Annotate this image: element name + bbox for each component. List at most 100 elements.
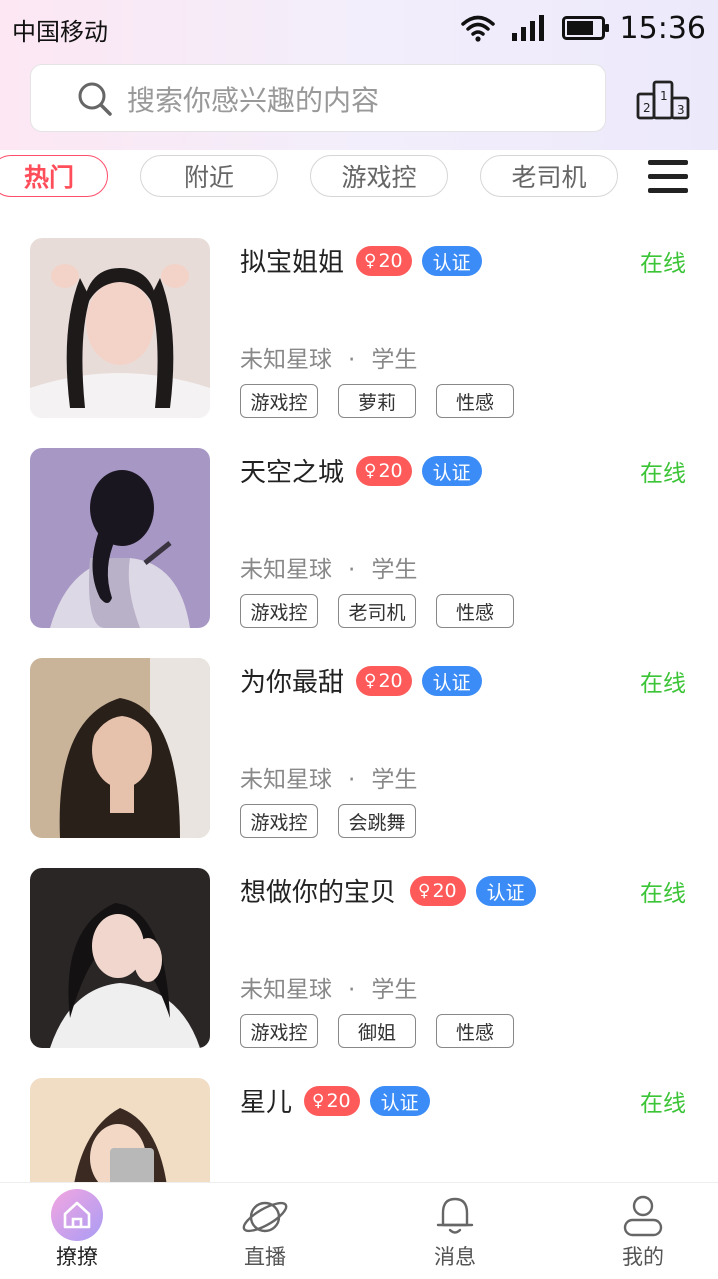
- carrier-label: 中国移动: [12, 18, 108, 46]
- list-item[interactable]: 为你最甜 ♀ 20 认证 在线 未知星球 · 学生 游戏控 会跳舞: [0, 642, 718, 852]
- tag-list: 游戏控 老司机 性感: [240, 594, 534, 628]
- interest-tag: 性感: [436, 594, 514, 628]
- user-icon: [623, 1195, 663, 1237]
- female-icon: ♀: [418, 881, 431, 901]
- tab-hot[interactable]: 热门: [0, 155, 108, 197]
- location-text: 未知星球: [240, 977, 332, 1003]
- list-item[interactable]: 拟宝姐姐 ♀ 20 认证 在线 未知星球 · 学生 游戏控 萝莉 性感: [0, 222, 718, 432]
- verified-badge: 认证: [475, 876, 536, 906]
- profile-meta: 未知星球 · 学生: [240, 970, 417, 1004]
- location-text: 未知星球: [240, 557, 332, 583]
- avatar: [30, 658, 210, 838]
- interest-tag: 萝莉: [338, 384, 416, 418]
- tag-list: 游戏控 萝莉 性感: [240, 384, 534, 418]
- profile-meta: 未知星球 · 学生: [240, 550, 417, 584]
- search-bar[interactable]: [30, 64, 606, 132]
- nav-label: 直播: [244, 1245, 286, 1269]
- interest-tag: 性感: [436, 384, 514, 418]
- female-icon: ♀: [364, 671, 377, 691]
- home-icon: [51, 1189, 103, 1241]
- verified-badge: 认证: [369, 1086, 430, 1116]
- avatar: [30, 1078, 210, 1182]
- gender-age-badge: ♀ 20: [356, 666, 412, 696]
- separator: ·: [348, 977, 356, 1003]
- interest-tag: 游戏控: [240, 384, 318, 418]
- nav-item-home[interactable]: 撩撩: [17, 1183, 137, 1279]
- profile-meta: 未知星球 · 学生: [240, 340, 417, 374]
- online-status: 在线: [640, 881, 686, 907]
- occupation-text: 学生: [371, 977, 418, 1003]
- interest-tag: 游戏控: [240, 804, 318, 838]
- interest-tag: 游戏控: [240, 1014, 318, 1048]
- svg-text:3: 3: [677, 103, 685, 117]
- profile-name: 拟宝姐姐: [240, 248, 345, 278]
- location-text: 未知星球: [240, 347, 332, 373]
- clock: 15:36: [619, 10, 706, 46]
- menu-icon[interactable]: [646, 158, 690, 196]
- tag-list: 游戏控 会跳舞: [240, 804, 436, 838]
- profile-name: 想做你的宝贝: [240, 878, 397, 908]
- nav-label: 我的: [622, 1245, 664, 1269]
- interest-tag: 游戏控: [240, 594, 318, 628]
- gender-age-badge: ♀ 20: [356, 246, 412, 276]
- online-status: 在线: [640, 251, 686, 277]
- separator: ·: [348, 557, 356, 583]
- verified-badge: 认证: [421, 456, 482, 486]
- nav-item-live[interactable]: 直播: [205, 1183, 325, 1279]
- wifi-icon: [460, 15, 495, 42]
- battery-icon: [561, 16, 609, 40]
- nav-label: 撩撩: [56, 1245, 98, 1269]
- avatar: [30, 448, 210, 628]
- list-item[interactable]: 天空之城 ♀ 20 认证 在线 未知星球 · 学生 游戏控 老司机 性感: [0, 432, 718, 642]
- avatar: [30, 238, 210, 418]
- profile-badges: ♀ 20 认证: [356, 666, 482, 696]
- tab-old-driver[interactable]: 老司机: [480, 155, 618, 197]
- ranking-podium-icon[interactable]: 2 1 3: [636, 76, 690, 122]
- interest-tag: 性感: [436, 1014, 514, 1048]
- gender-age-badge: ♀ 20: [356, 456, 412, 486]
- list-item[interactable]: 想做你的宝贝 ♀ 20 认证 在线 未知星球 · 学生 游戏控 御姐 性感: [0, 852, 718, 1062]
- profile-name: 为你最甜: [240, 668, 345, 698]
- online-status: 在线: [640, 461, 686, 487]
- planet-icon: [242, 1201, 288, 1233]
- female-icon: ♀: [364, 461, 377, 481]
- status-bar: 中国移动 15:36: [0, 0, 718, 56]
- separator: ·: [348, 767, 356, 793]
- search-icon: [78, 82, 112, 116]
- nav-item-messages[interactable]: 消息: [395, 1183, 515, 1279]
- gender-age-badge: ♀ 20: [304, 1086, 360, 1116]
- svg-text:1: 1: [660, 89, 668, 103]
- verified-badge: 认证: [421, 246, 482, 276]
- profile-badges: ♀ 20 认证: [356, 456, 482, 486]
- bell-icon: [436, 1197, 474, 1234]
- avatar: [30, 868, 210, 1048]
- profile-badges: ♀ 20 认证: [304, 1086, 430, 1116]
- profile-badges: ♀ 20 认证: [356, 246, 482, 276]
- occupation-text: 学生: [371, 767, 418, 793]
- svg-text:2: 2: [643, 101, 651, 115]
- tag-list: 游戏控 御姐 性感: [240, 1014, 534, 1048]
- interest-tag: 御姐: [338, 1014, 416, 1048]
- profile-badges: ♀ 20 认证: [410, 876, 536, 906]
- list-item[interactable]: 星儿 ♀ 20 认证 在线: [0, 1062, 718, 1182]
- nav-item-me[interactable]: 我的: [583, 1183, 703, 1279]
- tab-gamer[interactable]: 游戏控: [310, 155, 448, 197]
- nav-label: 消息: [434, 1245, 476, 1269]
- verified-badge: 认证: [421, 666, 482, 696]
- female-icon: ♀: [312, 1091, 325, 1111]
- gender-age-badge: ♀ 20: [410, 876, 466, 906]
- interest-tag: 会跳舞: [338, 804, 416, 838]
- interest-tag: 老司机: [338, 594, 416, 628]
- bottom-nav: 撩撩 直播 消息 我的: [0, 1182, 718, 1278]
- profile-meta: 未知星球 · 学生: [240, 760, 417, 794]
- separator: ·: [348, 347, 356, 373]
- occupation-text: 学生: [371, 347, 418, 373]
- tab-nearby[interactable]: 附近: [140, 155, 278, 197]
- signal-icon: [511, 15, 544, 41]
- occupation-text: 学生: [371, 557, 418, 583]
- profile-name: 天空之城: [240, 458, 345, 488]
- search-input[interactable]: [125, 79, 589, 121]
- location-text: 未知星球: [240, 767, 332, 793]
- online-status: 在线: [640, 671, 686, 697]
- profile-list: 拟宝姐姐 ♀ 20 认证 在线 未知星球 · 学生 游戏控 萝莉 性感 天空之城…: [0, 222, 718, 1182]
